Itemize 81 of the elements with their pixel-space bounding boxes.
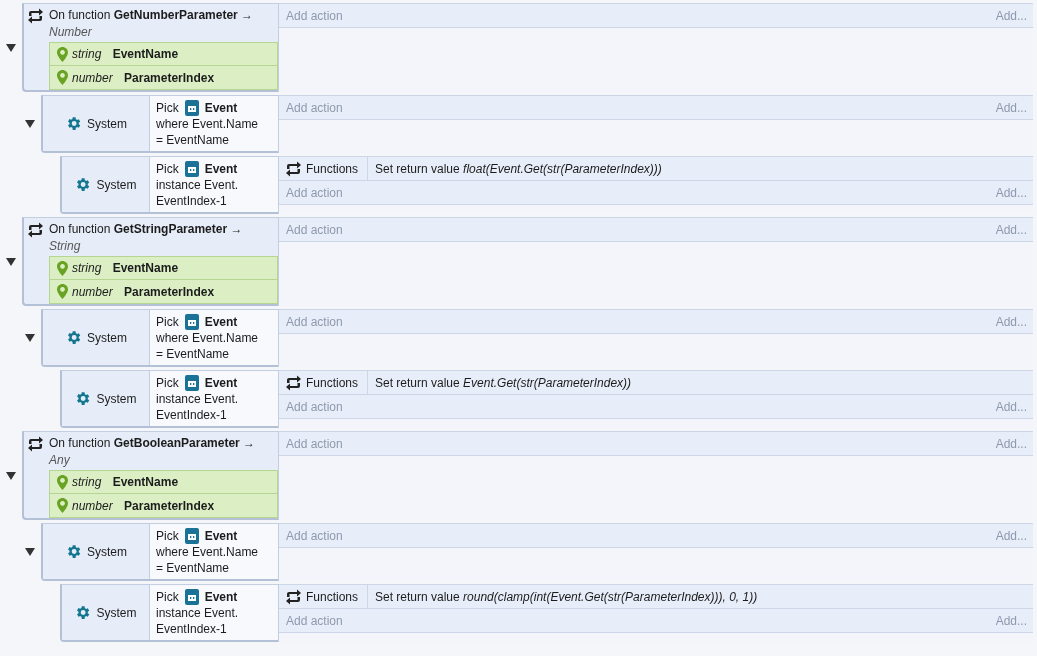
location-pin-icon [57,260,68,276]
expand-arrow-icon[interactable] [5,256,17,267]
parameter-row[interactable]: number ParameterIndex [49,280,278,304]
condition-label: Pick [156,161,179,177]
object-cell[interactable]: System [43,96,149,151]
action-cell[interactable]: Set return value Event.Get(str(ParameterIndex)) [368,371,632,394]
condition-label: Pick [156,100,179,116]
expand-arrow-icon[interactable] [24,547,36,557]
return-type: Any [49,452,71,469]
action-object-cell[interactable]: Functions [279,157,368,180]
action-object-cell[interactable]: Functions [279,371,368,394]
parameter-row[interactable]: number ParameterIndex [49,66,278,90]
object-cell[interactable]: System [62,157,149,212]
object-name: Event [204,589,238,605]
condition-text: where Event.Name [156,330,260,346]
object-icon [184,375,199,391]
loop-arrows-icon [285,374,302,391]
parameter-row[interactable]: string EventName [49,42,278,66]
function-condition-block[interactable]: On function GetBooleanParameter → Any string EventName number ParameterIndex [22,431,279,520]
gear-icon [65,543,82,560]
object-icon [184,314,199,330]
gear-icon [74,176,92,193]
expand-arrow-icon[interactable] [5,470,17,481]
condition-text: EventIndex-1 [156,621,228,637]
location-pin-icon [57,474,68,490]
condition-label: Pick [156,314,179,330]
expand-arrow-icon[interactable] [5,42,17,53]
parameter-row[interactable]: string EventName [49,470,278,494]
object-name: Event [204,375,238,391]
gear-icon [65,115,82,132]
parameter-row[interactable]: string EventName [49,256,278,280]
object-cell[interactable]: System [43,310,149,365]
loop-arrows-icon [27,222,44,238]
gear-icon [74,604,92,621]
parameter-row[interactable]: number ParameterIndex [49,494,278,518]
condition-text: EventIndex-1 [156,407,228,423]
action-cell[interactable]: Set return value float(Event.Get(str(ParameterIndex))) [368,157,662,180]
object-name: Event [204,161,238,177]
loop-arrows-icon [285,588,302,605]
expand-arrow-icon[interactable] [24,119,36,129]
object-cell[interactable]: System [62,585,149,640]
object-cell[interactable]: System [43,524,149,579]
condition-label: Pick [156,528,179,544]
function-signature: On function GetNumberParameter → [49,7,254,24]
expand-arrow-icon[interactable] [24,333,36,343]
condition-label: Pick [156,375,179,391]
loop-arrows-icon [27,8,44,24]
condition-text: = EventName [156,132,231,148]
object-name: Event [204,314,238,330]
object-icon [184,589,199,605]
function-condition-block[interactable]: On function GetStringParameter → String string EventName number ParameterIndex [22,217,279,306]
action-object-cell[interactable]: Functions [279,585,368,608]
object-name: Event [204,528,238,544]
condition-text: instance Event. [156,391,240,407]
function-signature: On function GetStringParameter → [49,221,243,238]
location-pin-icon [57,284,68,299]
return-type: Number [49,24,93,41]
function-condition-block[interactable]: On function GetNumberParameter → Number string EventName number ParameterIndex [22,3,279,92]
object-icon [184,161,199,177]
condition-text: instance Event. [156,177,240,193]
return-type: String [49,238,82,255]
condition-text: where Event.Name [156,544,260,560]
location-pin-icon [57,70,68,85]
condition-text: instance Event. [156,605,240,621]
location-pin-icon [57,498,68,513]
object-icon [184,100,199,116]
condition-text: EventIndex-1 [156,193,228,209]
object-cell[interactable]: System [62,371,149,426]
object-name: Event [204,100,238,116]
condition-text: where Event.Name [156,116,260,132]
action-cell[interactable]: Set return value round(clamp(int(Event.Get(str(ParameterIndex))), 0, 1)) [368,585,758,608]
function-signature: On function GetBooleanParameter → [49,435,256,452]
location-pin-icon [57,46,68,62]
gear-icon [74,390,92,407]
gear-icon [65,329,82,346]
condition-text: = EventName [156,346,231,362]
loop-arrows-icon [27,436,44,452]
loop-arrows-icon [285,160,302,177]
condition-text: = EventName [156,560,231,576]
object-icon [184,528,199,544]
condition-label: Pick [156,589,179,605]
